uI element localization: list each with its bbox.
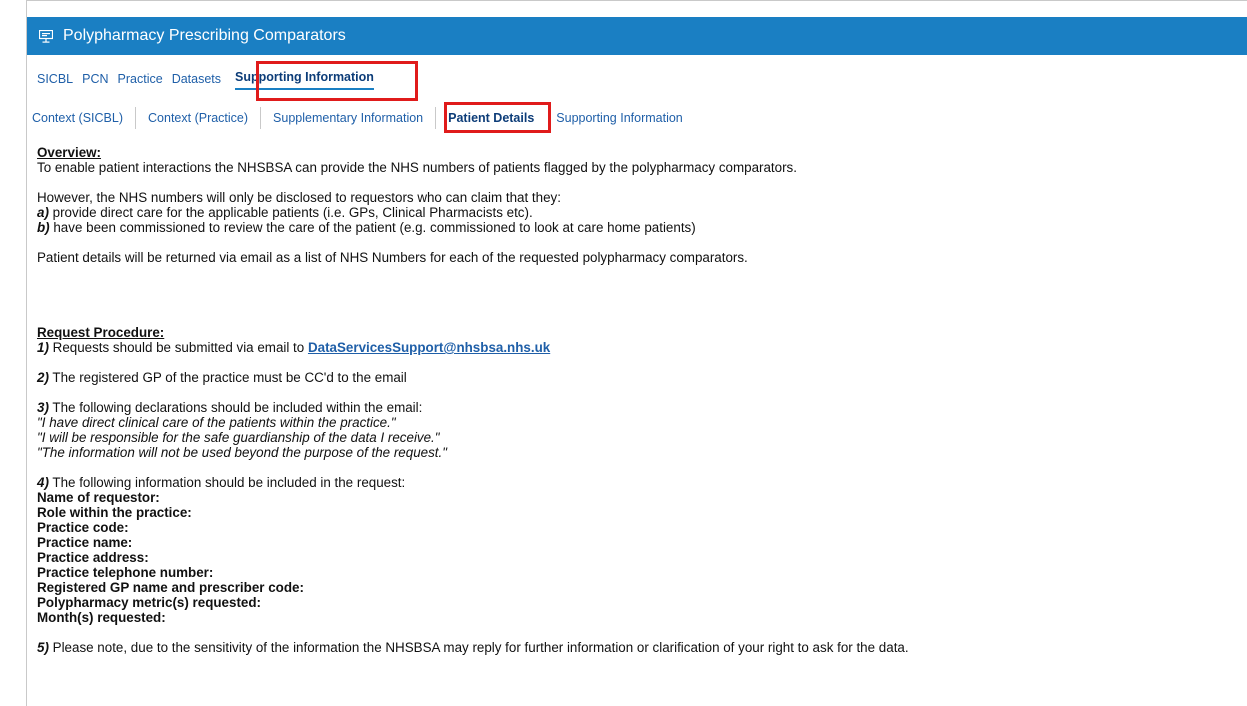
step-3: 3) The following declarations should be … — [37, 400, 1227, 415]
required-field-label: Polypharmacy metric(s) requested: — [37, 595, 261, 610]
criteria-text: provide direct care for the applicable p… — [48, 205, 533, 220]
declaration-line: "The information will not be used beyond… — [37, 445, 447, 460]
subtab-supporting-information[interactable]: Supporting Information — [544, 107, 694, 129]
declaration-line: "I have direct clinical care of the pati… — [37, 415, 396, 430]
criteria-marker: b) — [37, 220, 50, 235]
tab-datasets[interactable]: Datasets — [172, 64, 221, 86]
return-text: Patient details will be returned via ema… — [37, 250, 748, 265]
subtab-context-practice[interactable]: Context (Practice) — [136, 107, 262, 129]
overview-text: To enable patient interactions the NHSBS… — [37, 160, 797, 175]
disclosure-intro: However, the NHS numbers will only be di… — [37, 190, 561, 205]
overview-heading: Overview: — [37, 145, 102, 160]
presentation-board-icon — [39, 29, 53, 43]
highlight-box-main-tab — [256, 61, 418, 101]
criteria-marker: a) — [37, 205, 49, 220]
required-field-label: Practice name: — [37, 535, 133, 550]
step-4: 4) The following information should be i… — [37, 475, 1227, 490]
support-email-link[interactable]: DataServicesSupport@nhsbsa.nhs.uk — [308, 340, 550, 355]
highlight-box-sub-tab — [444, 102, 551, 133]
criteria-text: have been commissioned to review the car… — [49, 220, 696, 235]
required-field-label: Name of requestor: — [37, 490, 160, 505]
step-text: The following information should be incl… — [48, 475, 406, 490]
step-text: The following declarations should be inc… — [48, 400, 423, 415]
step-marker: 4) — [37, 475, 49, 490]
required-field-label: Practice address: — [37, 550, 149, 565]
required-field-label: Practice telephone number: — [37, 565, 214, 580]
step-text: The registered GP of the practice must b… — [48, 370, 407, 385]
step-2: 2) The registered GP of the practice mus… — [37, 370, 1227, 385]
step-text: Please note, due to the sensitivity of t… — [48, 640, 909, 655]
app-header: Polypharmacy Prescribing Comparators — [27, 17, 1247, 55]
required-field-label: Role within the practice: — [37, 505, 192, 520]
request-procedure-heading: Request Procedure: — [37, 325, 165, 340]
app-title: Polypharmacy Prescribing Comparators — [63, 27, 346, 44]
required-field-label: Month(s) requested: — [37, 610, 166, 625]
criteria-item: b) have been commissioned to review the … — [37, 220, 1227, 235]
tab-pcn[interactable]: PCN — [82, 64, 108, 86]
step-marker: 2) — [37, 370, 49, 385]
step-1: 1) Requests should be submitted via emai… — [37, 340, 1227, 355]
subtab-supplementary-information[interactable]: Supplementary Information — [261, 107, 437, 129]
patient-details-content: Overview: To enable patient interactions… — [37, 145, 1227, 655]
sub-tabs: Context (SICBL) Context (Practice) Suppl… — [32, 104, 695, 132]
step-marker: 3) — [37, 400, 49, 415]
criteria-item: a) provide direct care for the applicabl… — [37, 205, 1227, 220]
tab-practice[interactable]: Practice — [118, 64, 163, 86]
declaration-line: "I will be responsible for the safe guar… — [37, 430, 440, 445]
required-field-label: Registered GP name and prescriber code: — [37, 580, 304, 595]
step-5: 5) Please note, due to the sensitivity o… — [37, 640, 1227, 655]
subtab-context-sicbl[interactable]: Context (SICBL) — [32, 107, 137, 129]
step-text: Requests should be submitted via email t… — [48, 340, 308, 355]
step-marker: 1) — [37, 340, 49, 355]
step-marker: 5) — [37, 640, 49, 655]
tab-sicbl[interactable]: SICBL — [37, 64, 73, 86]
required-field-label: Practice code: — [37, 520, 129, 535]
